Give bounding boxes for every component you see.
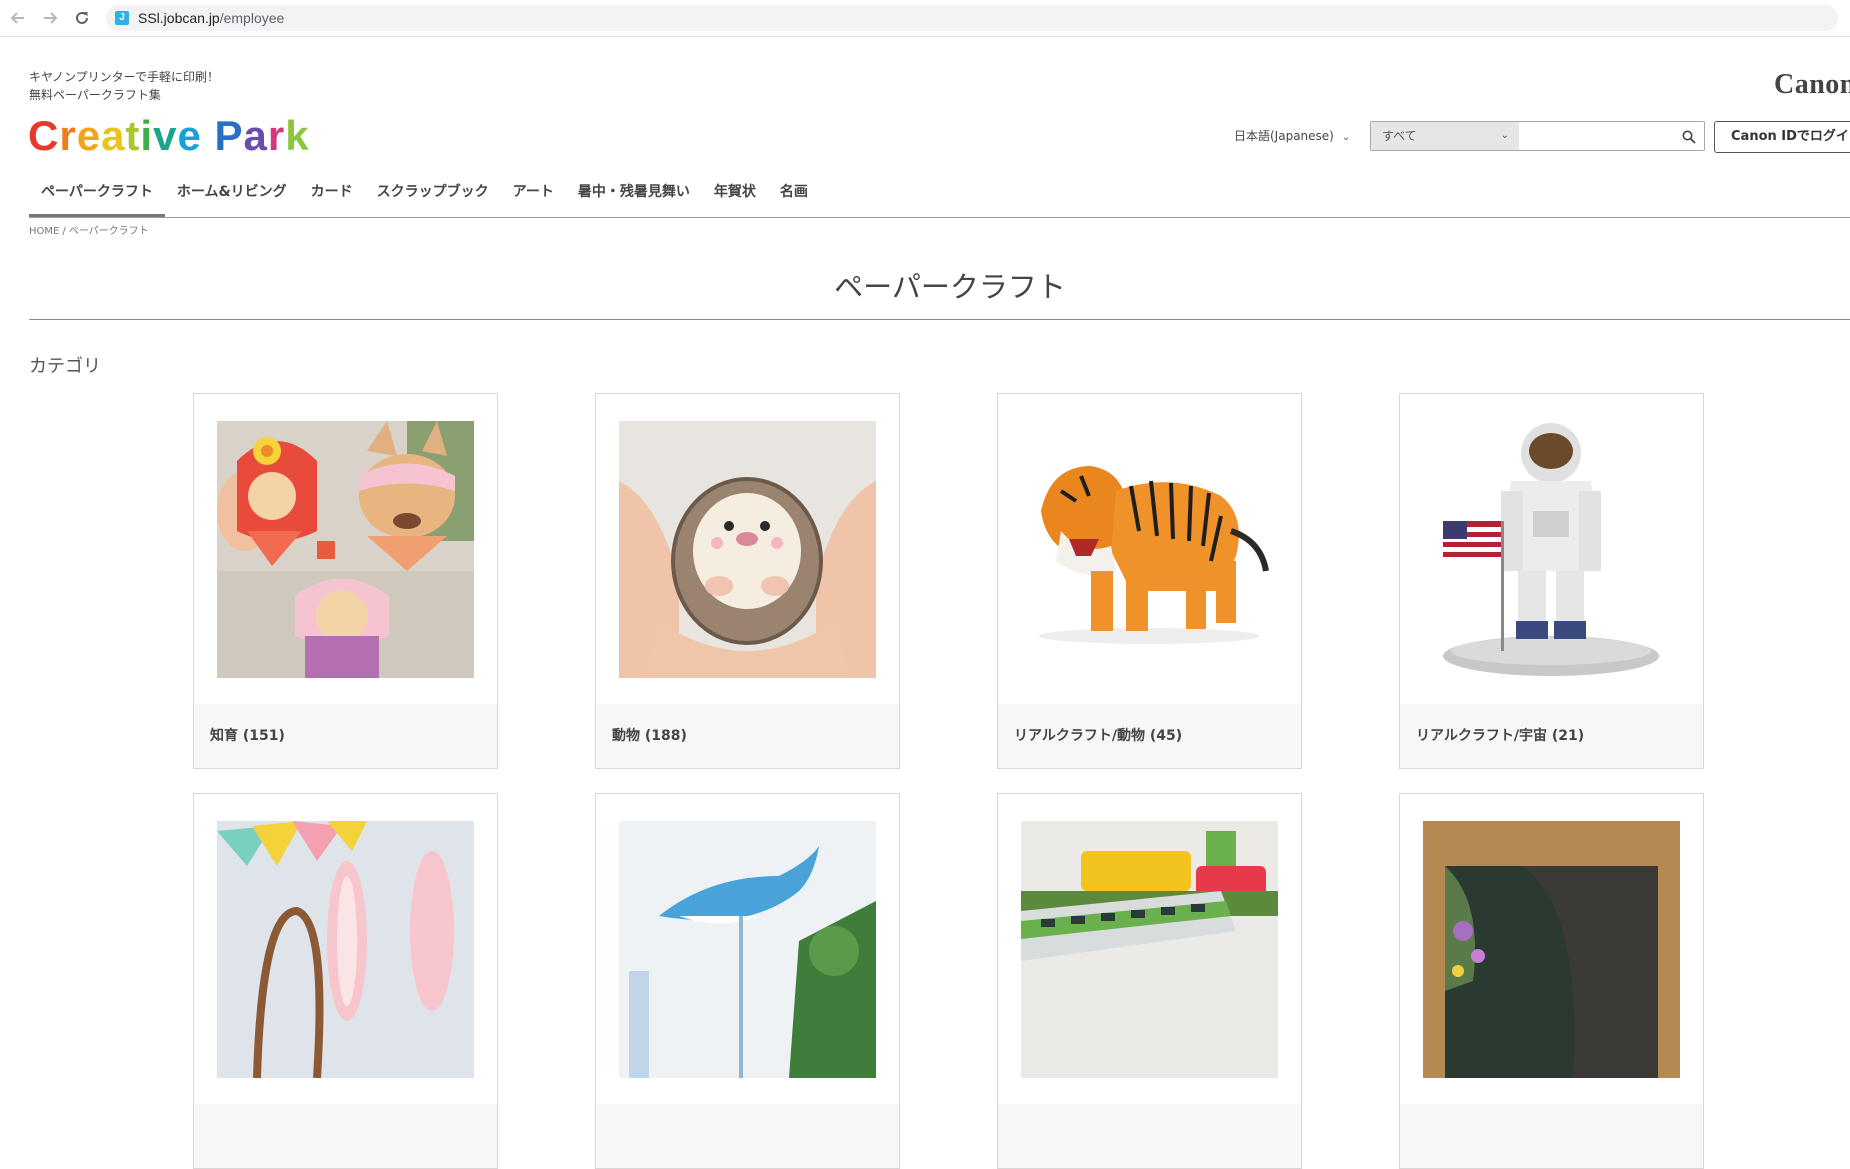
address-bar[interactable]: J SSl.jobcan.jp/employee (106, 5, 1838, 31)
nav-item[interactable]: 暑中・残暑見舞い (566, 180, 702, 218)
page-title: ペーパークラフト (834, 270, 1066, 305)
nav-item[interactable]: 名画 (768, 180, 820, 218)
hedgehog-image (619, 421, 876, 678)
card-footer (1400, 1104, 1703, 1168)
card-label: リアルクラフト/宇宙 (21) (1416, 728, 1585, 744)
search-category-select[interactable]: すべて ⌄ (1371, 122, 1519, 150)
nav-item[interactable]: ホーム&リビング (165, 180, 299, 218)
section-heading: カテゴリ (29, 356, 101, 377)
breadcrumb-separator: / (62, 226, 66, 237)
logo-letter: a (243, 112, 268, 159)
login-button[interactable]: Canon IDでログイン (1714, 121, 1850, 153)
url-text: SSl.jobcan.jp/employee (138, 9, 284, 27)
site-favicon-icon: J (115, 11, 129, 25)
logo-letter: t (125, 112, 141, 159)
nav-item[interactable]: 年賀状 (702, 180, 768, 218)
card-footer (596, 1104, 899, 1168)
logo-letter: e (76, 112, 102, 159)
tagline-line-2: 無料ペーパークラフト集 (29, 88, 161, 102)
astronaut-image (1423, 421, 1680, 678)
bunny-ears-image (217, 821, 474, 1078)
canon-logo[interactable]: Canon (1774, 68, 1850, 102)
finger-puppets-image (217, 421, 474, 678)
search-icon[interactable] (1682, 129, 1696, 144)
logo-letter: r (267, 112, 286, 159)
search-category-value: すべて (1382, 129, 1417, 143)
creative-park-logo[interactable]: Creative Park (28, 110, 310, 162)
language-selector[interactable]: 日本語(Japanese) ⌄ (1234, 127, 1350, 147)
main-navigation: ペーパークラフト ホーム&リビング カード スクラップブック アート 暑中・残暑見舞い 年賀… (29, 180, 820, 218)
site-tagline: キヤノンプリンターで手軽に印刷！ 無料ペーパークラフト集 (29, 68, 219, 104)
logo-letter: v (153, 112, 178, 159)
nav-item[interactable]: ペーパークラフト (29, 180, 165, 218)
card-label: 動物 (188) (612, 728, 687, 744)
card-footer (194, 1104, 497, 1168)
category-card[interactable] (1399, 793, 1704, 1169)
category-card[interactable] (997, 793, 1302, 1169)
logo-letter: k (285, 112, 310, 159)
category-card[interactable]: 動物 (188) (595, 393, 900, 769)
browser-toolbar: J SSl.jobcan.jp/employee (0, 0, 1850, 37)
logo-letter: e (177, 112, 202, 159)
url-host: SSl.jobcan.jp (138, 10, 220, 26)
breadcrumb-home[interactable]: HOME (29, 226, 59, 237)
language-label: 日本語(Japanese) (1234, 129, 1334, 143)
breadcrumb: HOME / ペーパークラフト (29, 225, 149, 239)
logo-letter: P (214, 112, 244, 159)
category-card[interactable]: リアルクラフト/宇宙 (21) (1399, 393, 1704, 769)
nav-item[interactable]: スクラップブック (365, 180, 501, 218)
tagline-line-1: キヤノンプリンターで手軽に印刷！ (29, 70, 219, 84)
category-card[interactable] (595, 793, 900, 1169)
logo-letter (202, 112, 215, 159)
logo-letter: i (140, 112, 154, 159)
search-box: すべて ⌄ (1370, 121, 1705, 151)
logo-letter: a (101, 112, 126, 159)
card-footer: リアルクラフト/動物 (45) (998, 704, 1301, 768)
chevron-down-icon: ⌄ (1500, 130, 1509, 141)
reload-icon[interactable] (72, 8, 92, 28)
painting-frame-image (1423, 821, 1680, 1078)
card-footer: 知育 (151) (194, 704, 497, 768)
card-label: リアルクラフト/動物 (45) (1014, 728, 1183, 744)
card-footer (998, 1104, 1301, 1168)
card-footer: 動物 (188) (596, 704, 899, 768)
breadcrumb-current: ペーパークラフト (68, 226, 149, 237)
logo-letter: C (28, 112, 60, 159)
nav-item[interactable]: アート (501, 180, 566, 218)
title-divider (29, 319, 1850, 320)
toy-train-image (1021, 821, 1278, 1078)
back-arrow-icon[interactable] (8, 8, 28, 28)
category-card[interactable]: 知育 (151) (193, 393, 498, 769)
logo-letter: r (59, 112, 77, 159)
chevron-down-icon: ⌄ (1341, 132, 1351, 143)
category-card[interactable]: リアルクラフト/動物 (45) (997, 393, 1302, 769)
card-label: 知育 (151) (210, 728, 285, 744)
url-path: /employee (219, 10, 285, 26)
nav-divider (29, 217, 1850, 218)
search-input[interactable] (1521, 124, 1673, 150)
tiger-image (1021, 421, 1278, 678)
nav-item[interactable]: カード (299, 180, 365, 218)
dolphin-image (619, 821, 876, 1078)
forward-arrow-icon[interactable] (40, 8, 60, 28)
card-footer: リアルクラフト/宇宙 (21) (1400, 704, 1703, 768)
category-card[interactable] (193, 793, 498, 1169)
